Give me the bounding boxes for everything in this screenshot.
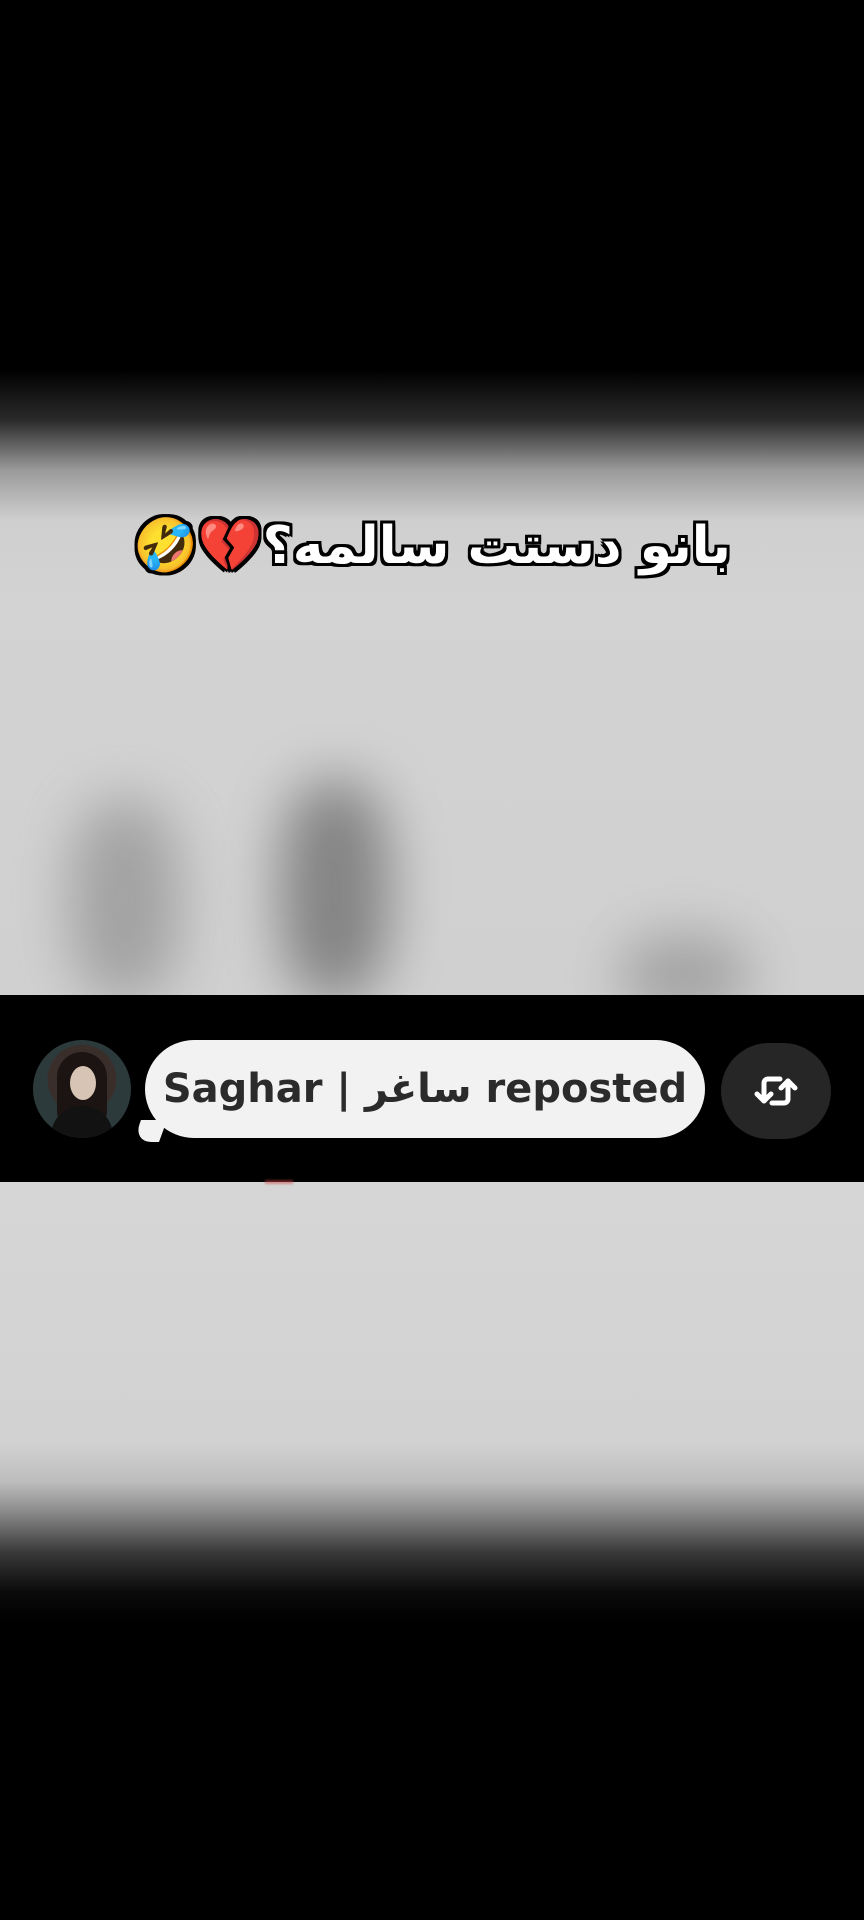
repost-button[interactable] <box>721 1043 831 1139</box>
blurred-figure <box>280 780 390 1000</box>
repost-bubble[interactable]: Saghar | ساغر reposted <box>145 1040 705 1138</box>
video-content-bottom <box>0 1182 864 1920</box>
avatar[interactable] <box>33 1040 131 1138</box>
repost-notification: Saghar | ساغر reposted <box>0 995 864 1182</box>
avatar-face <box>70 1066 96 1100</box>
repost-icon <box>754 1076 798 1106</box>
blurred-detail <box>265 1180 293 1184</box>
video-frame: بانو دستت سالمه؟💔🤣 Saghar | ساغر reposte… <box>0 0 864 1920</box>
video-caption: بانو دستت سالمه؟💔🤣 <box>133 516 731 576</box>
repost-text: Saghar | ساغر reposted <box>162 1066 688 1112</box>
video-content-top: بانو دستت سالمه؟💔🤣 <box>0 0 864 1015</box>
blurred-figure <box>70 800 180 1000</box>
